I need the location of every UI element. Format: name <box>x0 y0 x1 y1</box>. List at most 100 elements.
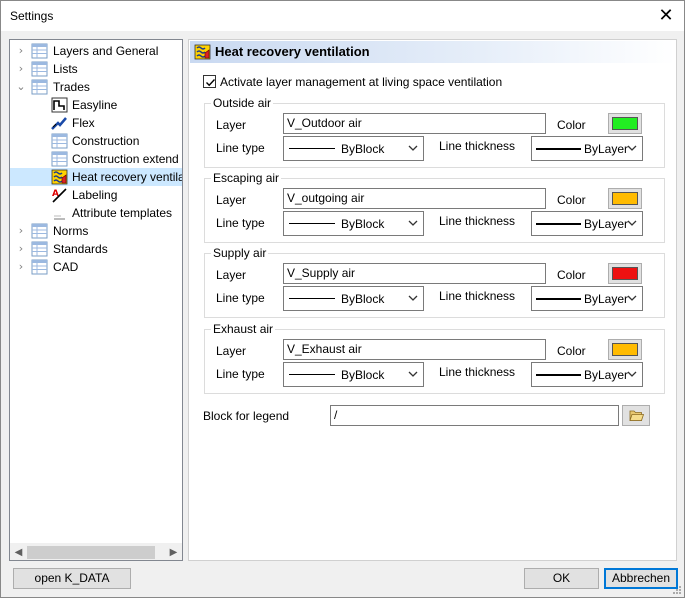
tree-item-label: Standards <box>53 242 108 256</box>
panel-title: Heat recovery ventilation <box>215 44 370 59</box>
title-bar: Settings ✕ <box>1 1 684 31</box>
chevron-right-icon[interactable]: › <box>14 42 28 60</box>
tree-item-label: CAD <box>53 260 79 274</box>
line-thickness-value: ByLayer <box>584 217 629 231</box>
table-icon <box>31 259 48 275</box>
line-sample <box>289 374 335 375</box>
tree-item[interactable]: Construction extend <box>10 150 182 168</box>
line-type-select[interactable]: ByBlock <box>283 211 424 236</box>
color-button[interactable] <box>608 339 642 360</box>
tree-item-label: Lists <box>53 62 78 76</box>
window-title: Settings <box>10 9 54 23</box>
scroll-left-icon[interactable]: ◀ <box>10 544 27 560</box>
layer-group: Escaping air Layer V_outgoing air Color Line… <box>204 171 665 243</box>
layer-input[interactable]: V_outgoing air <box>283 188 546 209</box>
horizontal-scrollbar[interactable]: ◀ ▶ <box>10 543 182 560</box>
line-thickness-label: Line thickness <box>439 289 516 303</box>
resize-grip-icon[interactable] <box>672 585 682 595</box>
browse-folder-button[interactable] <box>622 405 650 426</box>
cancel-button[interactable]: Abbrechen <box>604 568 678 589</box>
line-sample <box>536 148 581 150</box>
chevron-down-icon <box>408 295 418 301</box>
line-thickness-select[interactable]: ByLayer <box>531 136 643 161</box>
color-label: Color <box>557 344 586 358</box>
legend-label: Block for legend <box>203 409 290 423</box>
tree-item-label: Construction <box>72 134 140 148</box>
line-type-label: Line type <box>216 141 265 155</box>
chevron-right-icon[interactable]: › <box>14 240 28 258</box>
layer-input[interactable]: V_Supply air <box>283 263 546 284</box>
tree-item[interactable]: › Norms <box>10 222 182 240</box>
tree-item[interactable]: Heat recovery ventila <box>10 168 182 186</box>
tree-item[interactable]: › Layers and General <box>10 42 182 60</box>
line-thickness-value: ByLayer <box>584 142 629 156</box>
chevron-down-icon <box>408 371 418 377</box>
line-thickness-value: ByLayer <box>584 368 629 382</box>
color-swatch <box>612 192 638 205</box>
chevron-down-icon <box>627 295 637 301</box>
tree-item[interactable]: Construction <box>10 132 182 150</box>
chevron-right-icon[interactable]: › <box>14 258 28 276</box>
group-title: Escaping air <box>211 171 282 185</box>
tree-item-label: Trades <box>53 80 90 94</box>
tree-item[interactable]: › Standards <box>10 240 182 258</box>
tree-item-label: Flex <box>72 116 95 130</box>
line-thickness-select[interactable]: ByLayer <box>531 211 643 236</box>
legend-input[interactable]: / <box>330 405 619 426</box>
tree-item[interactable]: › Lists <box>10 60 182 78</box>
group-title: Outside air <box>211 96 274 110</box>
line-thickness-select[interactable]: ByLayer <box>531 362 643 387</box>
table-icon <box>51 133 68 149</box>
line-thickness-label: Line thickness <box>439 139 516 153</box>
scroll-right-icon[interactable]: ▶ <box>165 544 182 560</box>
line-type-value: ByBlock <box>341 292 385 306</box>
layer-group: Supply air Layer V_Supply air Color Line typ… <box>204 246 665 318</box>
color-label: Color <box>557 268 586 282</box>
layer-label: Layer <box>216 193 247 207</box>
ventilation-icon <box>194 44 211 60</box>
tree-item[interactable]: Attribute templates <box>10 204 182 222</box>
template-icon <box>54 215 65 220</box>
tree-item[interactable]: ⌄ Trades <box>10 78 182 96</box>
line-sample <box>536 298 581 300</box>
table-icon <box>31 241 48 257</box>
tree-item[interactable]: Easyline <box>10 96 182 114</box>
layer-input[interactable]: V_Exhaust air <box>283 339 546 360</box>
layer-label: Layer <box>216 344 247 358</box>
chevron-right-icon[interactable]: › <box>14 222 28 240</box>
scrollbar-thumb[interactable] <box>27 546 155 559</box>
layer-input[interactable]: V_Outdoor air <box>283 113 546 134</box>
tree-item-label: Heat recovery ventila <box>72 170 183 184</box>
open-kdata-button[interactable]: open K_DATA <box>13 568 131 589</box>
tree-item[interactable]: › CAD <box>10 258 182 276</box>
ok-button[interactable]: OK <box>524 568 599 589</box>
color-button[interactable] <box>608 263 642 284</box>
color-button[interactable] <box>608 113 642 134</box>
line-sample <box>289 298 335 299</box>
chevron-down-icon <box>408 145 418 151</box>
line-thickness-select[interactable]: ByLayer <box>531 286 643 311</box>
chevron-down-icon[interactable]: ⌄ <box>14 78 28 96</box>
chevron-right-icon[interactable]: › <box>14 60 28 78</box>
chevron-down-icon <box>627 145 637 151</box>
line-sample <box>536 374 581 376</box>
checkmark-icon <box>206 79 216 87</box>
settings-window: Settings ✕ › Layers and General › Lists ⌄ Tra… <box>0 0 685 598</box>
line-type-select[interactable]: ByBlock <box>283 362 424 387</box>
activate-checkbox[interactable] <box>203 75 216 88</box>
flex-icon <box>51 117 67 130</box>
line-type-select[interactable]: ByBlock <box>283 136 424 161</box>
tree-item-label: Easyline <box>72 98 118 112</box>
layer-group: Outside air Layer V_Outdoor air Color Line t… <box>204 96 665 168</box>
close-icon[interactable]: ✕ <box>654 4 678 28</box>
settings-panel: Heat recovery ventilation Activate layer… <box>188 39 677 561</box>
tree-item[interactable]: A Labeling <box>10 186 182 204</box>
table-icon <box>31 61 48 77</box>
line-sample <box>536 223 581 225</box>
line-type-label: Line type <box>216 367 265 381</box>
table-icon <box>51 151 68 167</box>
line-type-select[interactable]: ByBlock <box>283 286 424 311</box>
color-button[interactable] <box>608 188 642 209</box>
tree-item[interactable]: Flex <box>10 114 182 132</box>
line-type-label: Line type <box>216 291 265 305</box>
